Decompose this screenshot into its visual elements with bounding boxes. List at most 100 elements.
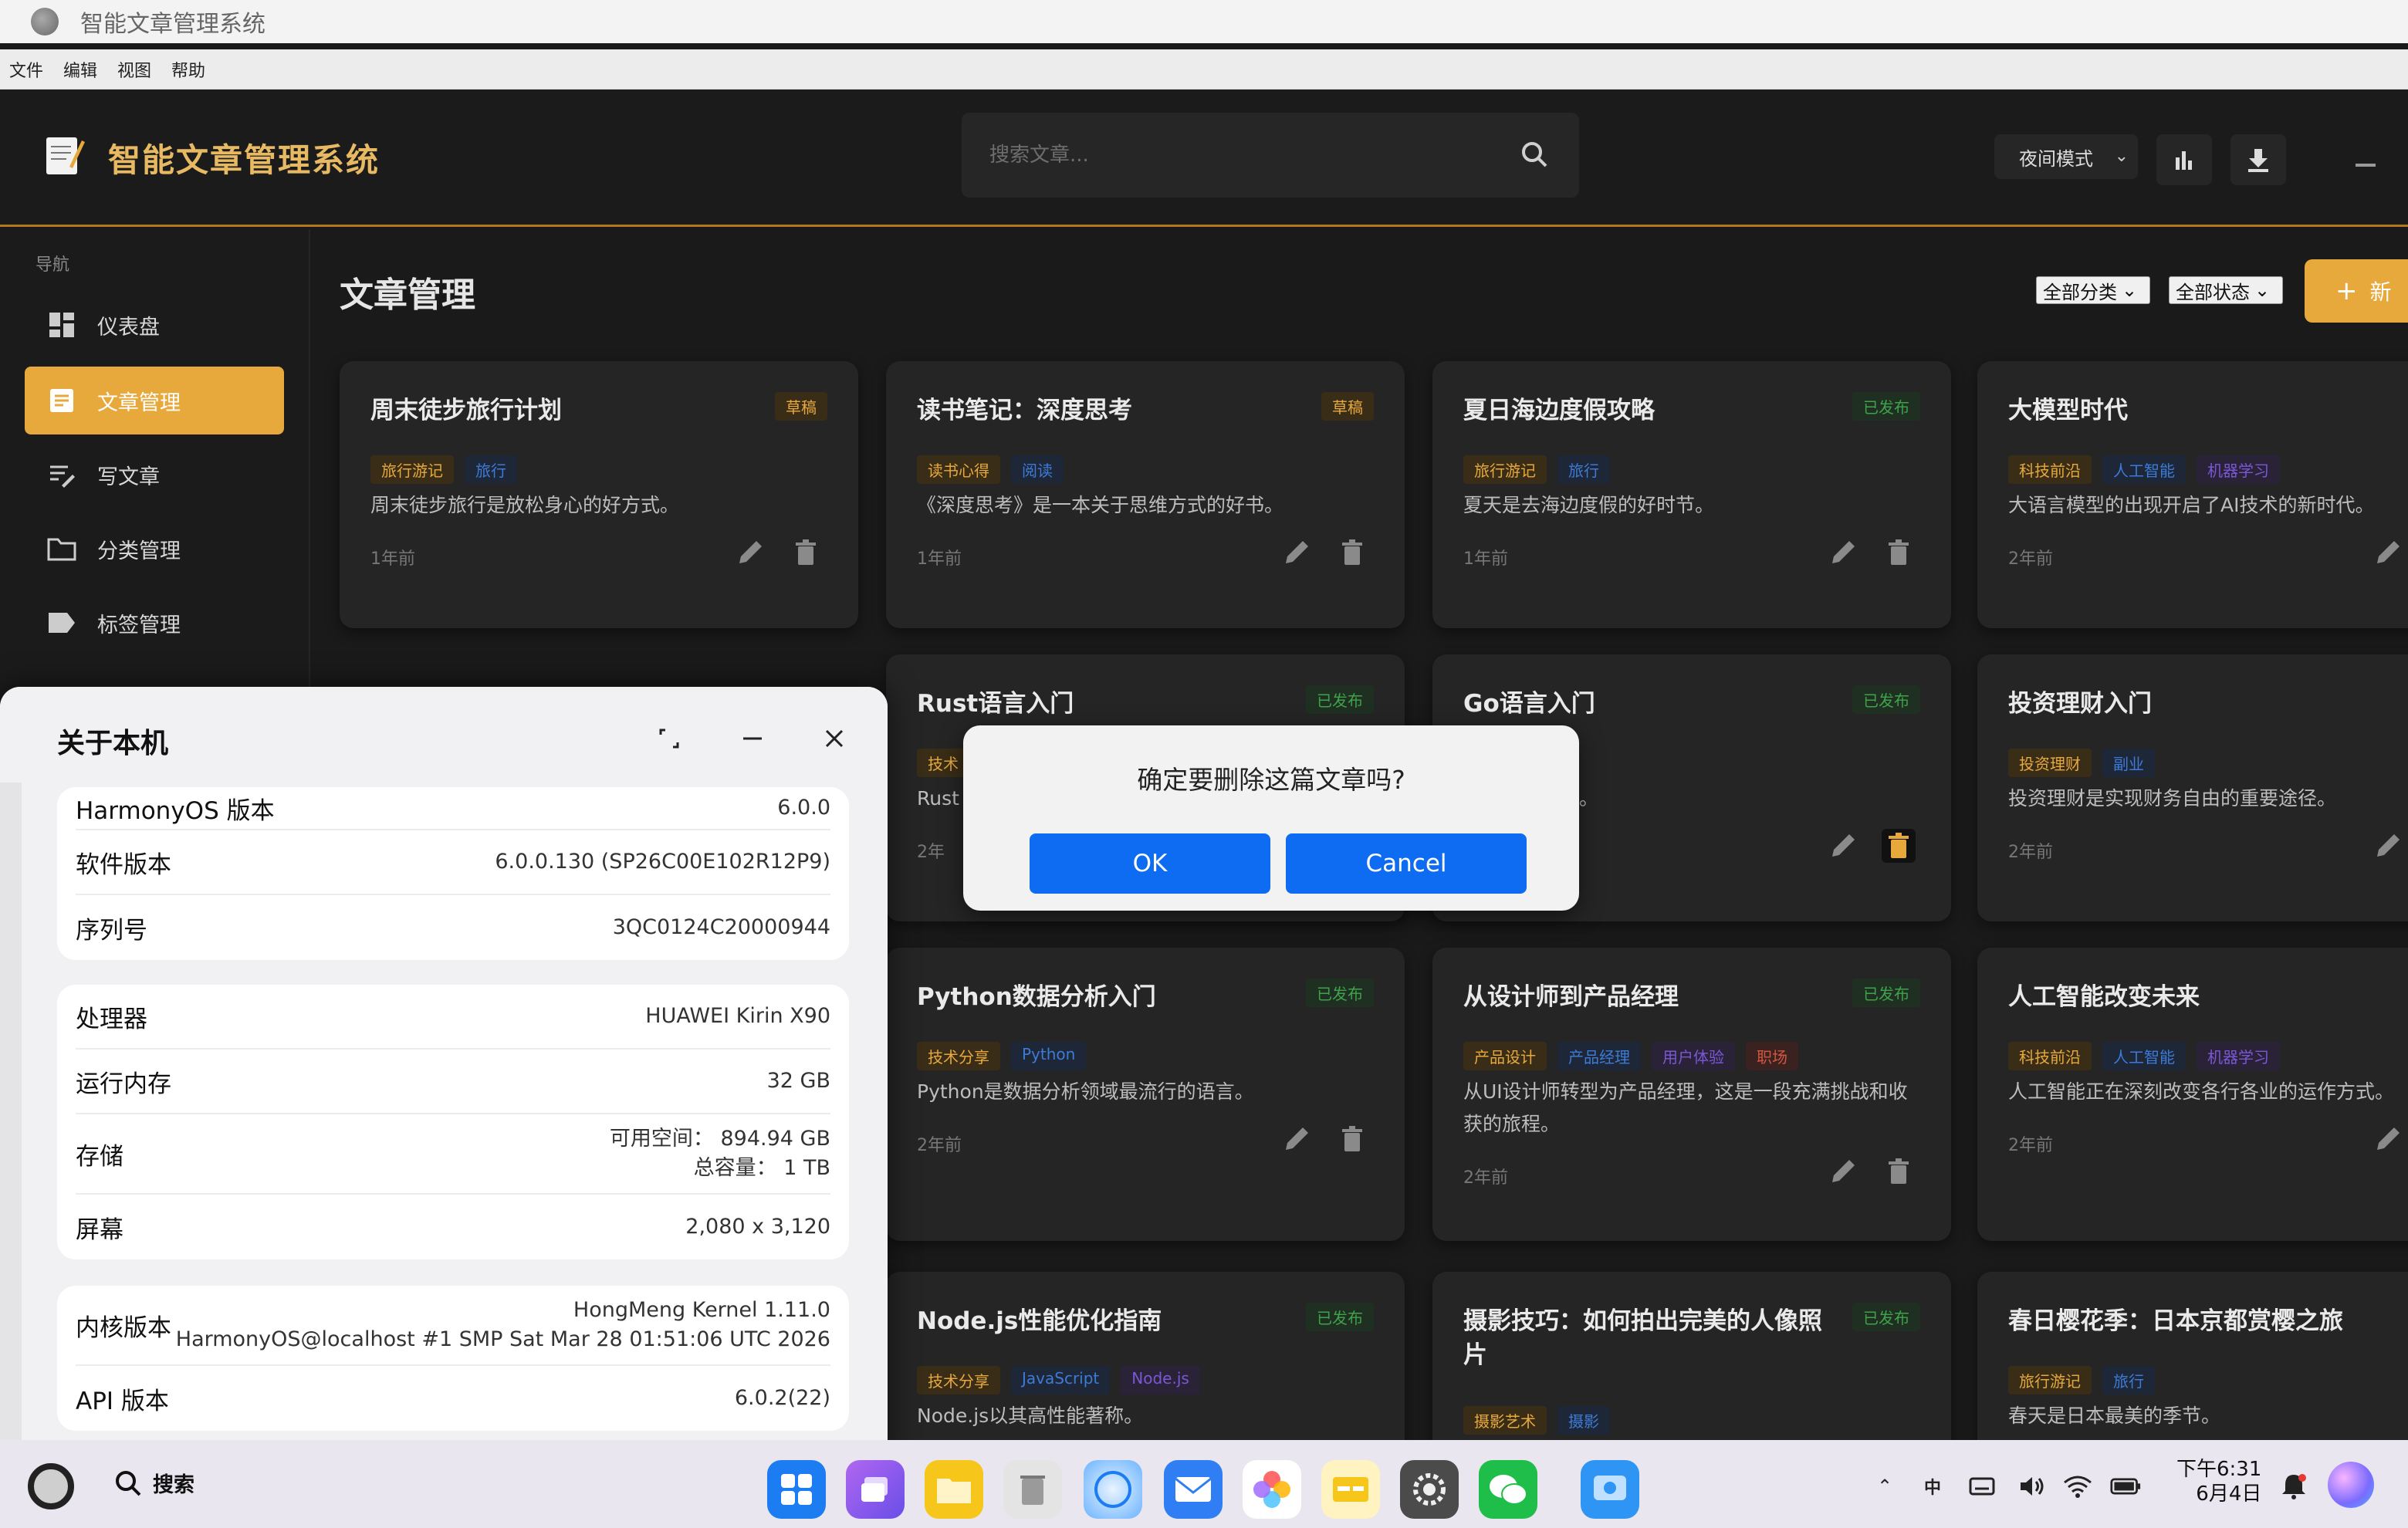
edit-pencil-icon[interactable] [1826,536,1860,570]
sidebar-item-write[interactable]: 写文章 [25,441,284,509]
sidebar-item-categories[interactable]: 分类管理 [25,515,284,583]
article-card[interactable]: 人工智能改变未来已科技前沿人工智能机器学习人工智能正在深刻改变各行各业的运作方式… [1977,948,2408,1241]
search-input[interactable] [989,144,1499,167]
search-icon[interactable] [1520,140,1548,168]
category-tag[interactable]: 旅行游记 [1463,455,1547,484]
clock[interactable]: 下午6:31 6月4日 [2176,1457,2261,1506]
article-title[interactable]: Node.js性能优化指南 [917,1304,1280,1338]
delete-trash-icon[interactable] [1882,536,1916,570]
category-tag[interactable]: 投资理财 [2008,749,2092,777]
edit-pencil-icon[interactable] [2371,1122,2405,1156]
delete-trash-icon[interactable] [1335,1122,1369,1156]
category-tag[interactable]: 产品设计 [1463,1042,1547,1070]
tag-chip[interactable]: 用户体验 [1652,1042,1735,1070]
tag-chip[interactable]: 旅行 [1557,455,1610,484]
app-grid-icon[interactable] [767,1460,826,1519]
tag-chip[interactable]: 机器学习 [2197,1042,2280,1070]
article-card[interactable]: 从设计师到产品经理 已发布 产品设计 产品经理 用户体验 职场 从UI设计师转型为产品经理，… [1432,948,1951,1241]
article-title[interactable]: 从设计师到产品经理 [1463,980,1826,1014]
minimize-icon[interactable] [2356,164,2376,167]
browser-icon[interactable] [1084,1460,1142,1519]
home-button[interactable] [28,1463,74,1509]
category-tag[interactable]: 技术分享 [917,1366,1000,1394]
ok-button[interactable]: OK [1030,833,1270,894]
mirror-app-icon[interactable] [1581,1460,1639,1519]
category-tag[interactable]: 旅行游记 [370,455,454,484]
wechat-icon[interactable] [1479,1460,1537,1519]
category-tag[interactable]: 读书心得 [917,455,1000,484]
edit-pencil-icon[interactable] [2371,536,2405,570]
tag-chip[interactable]: 机器学习 [2197,455,2280,484]
trash-icon[interactable] [1003,1460,1062,1519]
delete-trash-icon[interactable] [1882,829,1916,863]
article-title[interactable]: 春日樱花季：日本京都赏樱之旅 [2008,1304,2371,1338]
edit-pencil-icon[interactable] [1826,829,1860,863]
article-title[interactable]: 周末徒步旅行计划 [370,394,733,428]
article-card[interactable]: 夏日海边度假攻略 已发布 旅行游记 旅行 夏天是去海边度假的好时节。 1年前 [1432,361,1951,628]
tag-chip[interactable]: 人工智能 [2102,455,2186,484]
tag-chip[interactable]: 旅行 [465,455,517,484]
article-title[interactable]: 夏日海边度假攻略 [1463,394,1826,428]
category-tag[interactable]: 旅行游记 [2008,1366,2092,1394]
battery-icon[interactable] [2110,1471,2141,1502]
tag-chip[interactable]: Node.js [1121,1366,1200,1394]
category-tag[interactable]: 技术分享 [917,1042,1000,1070]
category-tag[interactable]: 科技前沿 [2008,455,2092,484]
menu-file[interactable]: 文件 [9,57,43,82]
delete-trash-icon[interactable] [789,536,823,570]
sidebar-item-tags[interactable]: 标签管理 [25,589,284,657]
volume-icon[interactable] [2017,1471,2048,1502]
article-title[interactable]: 读书笔记：深度思考 [917,394,1280,428]
download-button[interactable] [2230,134,2286,185]
assistant-icon[interactable] [2328,1462,2374,1508]
theme-select[interactable]: 夜间模式 ⌄ [1994,134,2138,179]
tag-chip[interactable]: 产品经理 [1557,1042,1641,1070]
tag-chip[interactable]: JavaScript [1011,1366,1111,1394]
menu-view[interactable]: 视图 [117,57,151,82]
edit-pencil-icon[interactable] [1826,1154,1860,1188]
category-filter[interactable]: 全部分类 ⌄ [2036,276,2150,304]
category-tag[interactable]: 科技前沿 [2008,1042,2092,1070]
ime-indicator[interactable]: 中 [1917,1471,1948,1502]
edit-pencil-icon[interactable] [1280,536,1314,570]
close-icon[interactable] [823,727,846,750]
category-tag[interactable]: 摄影艺术 [1463,1406,1547,1435]
article-title[interactable]: Rust语言入门 [917,687,1280,721]
notes-icon[interactable] [1321,1460,1380,1519]
article-title[interactable]: 人工智能改变未来 [2008,980,2371,1014]
article-title[interactable]: 大模型时代 [2008,394,2371,428]
mail-icon[interactable] [1164,1460,1223,1519]
article-card[interactable]: Python数据分析入门 已发布 技术分享 Python Python是数据分析领域最流… [886,948,1405,1241]
delete-trash-icon[interactable] [1882,1154,1916,1188]
expand-icon[interactable] [658,727,681,750]
status-filter[interactable]: 全部状态 ⌄ [2169,276,2283,304]
article-card[interactable]: 读书笔记：深度思考 草稿 读书心得 阅读 《深度思考》是一本关于思维方式的好书。 1年前 [886,361,1405,628]
article-title[interactable]: Python数据分析入门 [917,980,1280,1014]
tag-chip[interactable]: 旅行 [2102,1366,2155,1394]
menu-edit[interactable]: 编辑 [63,57,97,82]
cancel-button[interactable]: Cancel [1286,833,1527,894]
article-card[interactable]: 周末徒步旅行计划 草稿 旅行游记 旅行 周末徒步旅行是放松身心的好方式。 1年前 [340,361,858,628]
article-card[interactable]: 投资理财入门已投资理财副业投资理财是实现财务自由的重要途径。2年前 [1977,654,2408,921]
tag-chip[interactable]: Python [1011,1042,1087,1070]
notification-bell-icon[interactable] [2278,1471,2309,1502]
chevron-up-icon[interactable]: ⌃ [1869,1471,1900,1502]
files-icon[interactable] [925,1460,983,1519]
category-tag[interactable]: 技术 [917,749,969,777]
stats-button[interactable] [2156,134,2212,185]
search-box[interactable] [962,113,1579,198]
wifi-icon[interactable] [2062,1471,2093,1502]
taskbar-search-button[interactable]: 搜索 [114,1468,194,1498]
article-card[interactable]: 大模型时代已科技前沿人工智能机器学习大语言模型的出现开启了AI技术的新时代。2年… [1977,361,2408,628]
tag-chip[interactable]: 摄影 [1557,1406,1610,1435]
delete-trash-icon[interactable] [1335,536,1369,570]
tag-chip[interactable]: 副业 [2102,749,2155,777]
menu-help[interactable]: 帮助 [171,57,205,82]
tag-chip[interactable]: 人工智能 [2102,1042,2186,1070]
article-title[interactable]: Go语言入门 [1463,687,1826,721]
keyboard-icon[interactable] [1967,1471,1997,1502]
article-title[interactable]: 摄影技巧：如何拍出完美的人像照片 [1463,1304,1826,1372]
new-article-button[interactable]: + 新 [2305,259,2408,323]
edit-pencil-icon[interactable] [733,536,767,570]
settings-gear-icon[interactable] [1400,1460,1459,1519]
